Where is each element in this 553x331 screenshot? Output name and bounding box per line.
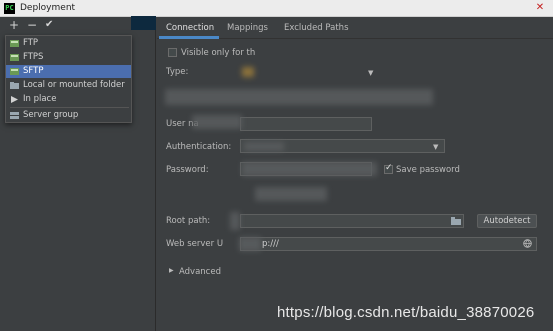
web-server-url-value: p:/// — [262, 239, 279, 249]
check-icon: ✓ — [385, 163, 393, 173]
menu-item-sftp[interactable]: SFTP — [6, 65, 131, 78]
window-title: Deployment — [20, 3, 76, 13]
watermark-text: https://blog.csdn.net/baidu_38870026 — [277, 304, 535, 321]
remove-server-button[interactable]: − — [27, 19, 37, 31]
sftp-icon — [10, 68, 19, 75]
menu-separator — [10, 107, 129, 108]
menu-item-label: FTP — [23, 38, 39, 48]
in-place-icon — [11, 96, 18, 103]
type-label: Type: — [166, 67, 189, 77]
root-path-redacted — [230, 212, 240, 230]
autodetect-button[interactable]: Autodetect — [477, 214, 537, 228]
window-titlebar: PC Deployment ✕ — [0, 0, 553, 17]
visible-only-label: Visible only for th — [181, 48, 256, 58]
settings-tabs: Connection Mappings Excluded Paths — [157, 17, 553, 39]
save-password-label: Save password — [396, 165, 460, 175]
pycharm-app-icon: PC — [4, 3, 15, 14]
advanced-section-label[interactable]: Advanced — [179, 267, 221, 277]
browse-folder-icon[interactable] — [451, 217, 461, 225]
web-server-url-redacted — [239, 237, 261, 251]
password-value-redacted — [242, 162, 377, 176]
visible-only-checkbox[interactable] — [168, 48, 177, 57]
menu-item-label: In place — [23, 94, 57, 104]
tab-excluded-paths[interactable]: Excluded Paths — [284, 23, 349, 33]
password-label: Password: — [166, 165, 209, 175]
menu-item-label: Local or mounted folder — [23, 80, 125, 90]
expand-advanced-icon[interactable]: ▶ — [169, 267, 174, 274]
menu-item-server-group[interactable]: Server group — [6, 109, 131, 122]
server-group-icon — [10, 112, 19, 119]
root-path-label: Root path: — [166, 216, 211, 226]
user-name-label-redacted — [192, 115, 242, 129]
type-combobox[interactable] — [240, 65, 378, 79]
user-name-input[interactable] — [240, 117, 372, 131]
selected-server-highlight — [131, 16, 156, 30]
root-path-input[interactable] — [240, 214, 464, 228]
tab-mappings[interactable]: Mappings — [227, 23, 268, 33]
tab-connection[interactable]: Connection — [166, 23, 214, 33]
menu-item-in-place[interactable]: In place — [6, 93, 131, 106]
ftps-icon — [10, 54, 19, 61]
active-tab-indicator — [159, 36, 219, 39]
type-dropdown-arrow-icon: ▼ — [368, 69, 374, 77]
web-server-url-label: Web server U — [166, 239, 224, 249]
menu-item-ftps[interactable]: FTPS — [6, 51, 131, 64]
close-button[interactable]: ✕ — [531, 2, 549, 14]
menu-item-label: FTPS — [23, 52, 44, 62]
menu-item-ftp[interactable]: FTP — [6, 37, 131, 50]
folder-icon — [10, 82, 19, 89]
menu-item-label: SFTP — [23, 66, 44, 76]
web-server-url-input[interactable] — [240, 237, 537, 251]
authentication-label: Authentication: — [166, 142, 232, 152]
authentication-value-redacted — [244, 142, 284, 151]
save-password-checkbox[interactable]: ✓ — [384, 163, 393, 174]
type-icon-redacted — [242, 67, 254, 77]
add-server-menu: FTP FTPS SFTP Local or mounted folder In… — [5, 35, 132, 123]
host-field-redacted — [165, 89, 433, 105]
port-field-redacted — [255, 187, 327, 201]
use-as-default-button[interactable]: ✔ — [45, 19, 53, 31]
menu-item-local-folder[interactable]: Local or mounted folder — [6, 79, 131, 92]
server-settings-pane: Connection Mappings Excluded Paths Visib… — [157, 17, 553, 331]
open-in-browser-icon[interactable] — [523, 239, 532, 248]
ftp-icon — [10, 40, 19, 47]
authentication-dropdown-arrow-icon: ▼ — [433, 143, 439, 151]
menu-item-label: Server group — [23, 110, 79, 120]
add-server-button[interactable]: + — [9, 19, 19, 31]
